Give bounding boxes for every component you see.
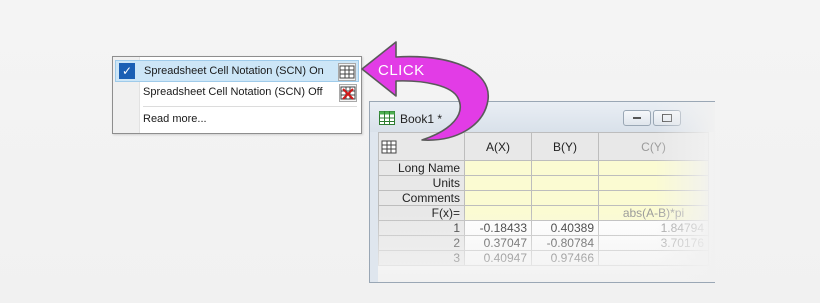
cell[interactable]: [598, 190, 709, 206]
cell-a[interactable]: 0.37047: [464, 235, 532, 251]
cell-b[interactable]: 0.97466: [531, 250, 599, 266]
maximize-icon: [662, 114, 672, 122]
checkmark-icon: ✓: [119, 63, 135, 79]
cell[interactable]: [531, 175, 599, 191]
cell[interactable]: [598, 175, 709, 191]
cell[interactable]: [531, 160, 599, 176]
cell-c[interactable]: 1.84794: [598, 220, 709, 236]
minimize-icon: [633, 117, 641, 119]
column-header-b[interactable]: B(Y): [531, 132, 599, 161]
row-header-formula: F(x)=: [378, 205, 465, 221]
menu-item-scn-off[interactable]: Spreadsheet Cell Notation (SCN) Off: [115, 82, 359, 104]
cell[interactable]: [464, 205, 532, 221]
cell[interactable]: [531, 205, 599, 221]
row-header-units: Units: [378, 175, 465, 191]
cell-a[interactable]: -0.18433: [464, 220, 532, 236]
row-index[interactable]: 2: [378, 235, 465, 251]
scn-off-icon: [339, 84, 357, 102]
menu-separator: [143, 106, 357, 107]
maximize-button[interactable]: [653, 110, 681, 126]
cell[interactable]: [464, 160, 532, 176]
menu-item-label: Spreadsheet Cell Notation (SCN) Off: [143, 86, 323, 98]
cell-b[interactable]: -0.80784: [531, 235, 599, 251]
row-header-comments: Comments: [378, 190, 465, 206]
cell[interactable]: [464, 190, 532, 206]
worksheet-grid: A(X) B(Y) C(Y) Long Name Units Comments: [378, 132, 715, 282]
cell[interactable]: [464, 175, 532, 191]
menu-item-scn-on[interactable]: ✓ Spreadsheet Cell Notation (SCN) On: [115, 60, 359, 82]
click-arrow-icon: [361, 41, 489, 141]
cell-a[interactable]: 0.40947: [464, 250, 532, 266]
cell-c[interactable]: 3.70176: [598, 235, 709, 251]
menu-item-label: Spreadsheet Cell Notation (SCN) On: [144, 65, 324, 77]
context-menu: ✓ Spreadsheet Cell Notation (SCN) On Spr…: [112, 56, 362, 134]
column-header-c[interactable]: C(Y): [598, 132, 709, 161]
scn-on-icon: [338, 63, 356, 81]
cell[interactable]: [598, 160, 709, 176]
row-index[interactable]: 3: [378, 250, 465, 266]
cell-c[interactable]: [598, 250, 709, 266]
menu-item-read-more[interactable]: Read more...: [115, 109, 359, 131]
minimize-button[interactable]: [623, 110, 651, 126]
cell-b[interactable]: 0.40389: [531, 220, 599, 236]
row-header-long-name: Long Name: [378, 160, 465, 176]
menu-item-label: Read more...: [143, 113, 207, 125]
click-label: CLICK: [378, 62, 425, 79]
formula-cell-c[interactable]: abs(A-B)*pi: [598, 205, 709, 221]
cell[interactable]: [531, 190, 599, 206]
row-index[interactable]: 1: [378, 220, 465, 236]
